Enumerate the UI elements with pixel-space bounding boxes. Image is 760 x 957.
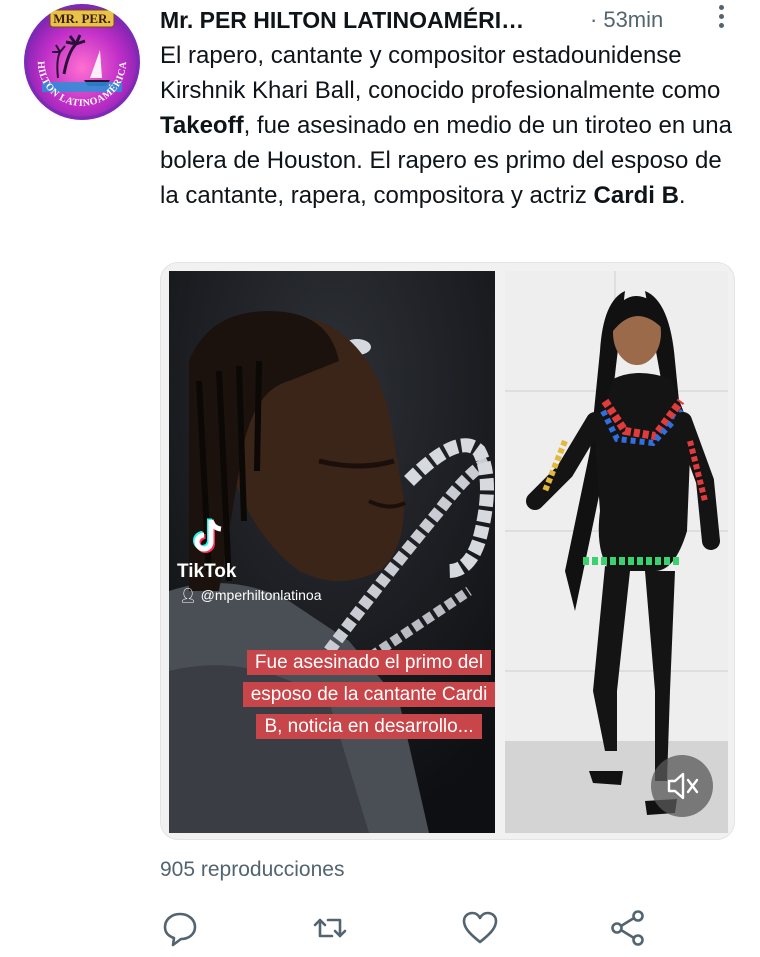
tweet-bold-cardi: Cardi B <box>593 182 679 209</box>
tiktok-label: TikTok <box>177 561 237 582</box>
user-icon: 👤︎ <box>179 587 201 603</box>
avatar-top-text: MR. PER. <box>53 11 110 26</box>
tiktok-username-text: @mperhiltonlatinoa <box>200 587 322 603</box>
avatar-artwork: MR. PER. HILTON LATINOAMÉRICA <box>24 4 140 120</box>
share-nodes-icon <box>611 910 644 946</box>
action-bar <box>160 908 680 948</box>
speaker-muted-icon <box>667 772 699 800</box>
more-options-icon[interactable] <box>716 2 726 32</box>
retweet-arrows-icon <box>313 918 347 938</box>
woman-figure-illustration <box>505 271 728 833</box>
video-right-panel <box>505 271 728 833</box>
tweet-text-part-1: El rapero, cantante y compositor estadou… <box>160 42 721 104</box>
video-caption: Fue asesinado el primo del esposo de la … <box>239 647 495 743</box>
time-label: 53min <box>603 7 664 32</box>
mute-toggle-button[interactable] <box>651 755 713 817</box>
tweet-bold-takeoff: Takeoff <box>160 112 244 139</box>
reply-button[interactable] <box>160 908 200 948</box>
share-button[interactable] <box>608 908 648 948</box>
retweet-button[interactable] <box>310 908 350 948</box>
account-name[interactable]: Mr. PER HILTON LATINOAMÉRI… <box>160 7 576 34</box>
tweet-timestamp[interactable]: · 53min <box>590 7 663 33</box>
media-video[interactable]: TikTok 👤︎ @mperhiltonlatinoa Fue asesina… <box>160 262 735 840</box>
video-caption-text: Fue asesinado el primo del esposo de la … <box>242 650 495 739</box>
profile-avatar[interactable]: MR. PER. HILTON LATINOAMÉRICA <box>24 4 140 120</box>
tiktok-logo-icon <box>193 518 222 553</box>
like-button[interactable] <box>460 908 500 948</box>
heart-icon <box>462 911 498 944</box>
tiktok-username: 👤︎ @mperhiltonlatinoa <box>179 587 322 604</box>
tweet-text-part-3: . <box>678 182 686 209</box>
video-left-panel: TikTok 👤︎ @mperhiltonlatinoa Fue asesina… <box>169 271 495 833</box>
view-count[interactable]: 905 reproducciones <box>160 858 344 882</box>
speech-bubble-icon <box>163 912 197 947</box>
separator-dot: · <box>590 7 598 32</box>
tweet-header: Mr. PER HILTON LATINOAMÉRI… · 53min <box>160 4 736 36</box>
tweet-text: El rapero, cantante y compositor estadou… <box>160 38 740 213</box>
